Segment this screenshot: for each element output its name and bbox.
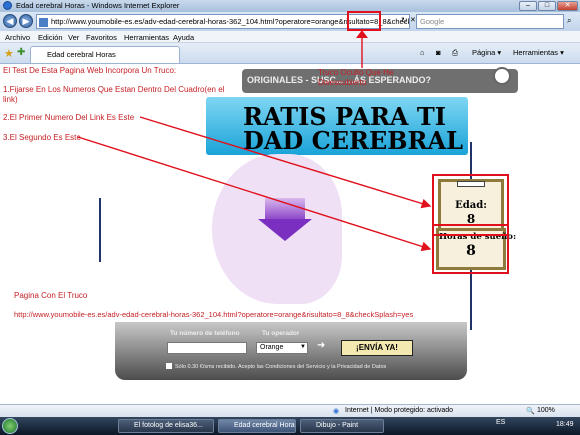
page-menu-button[interactable]: Página ▾ bbox=[472, 48, 501, 57]
close-window-button[interactable]: ✕ bbox=[557, 1, 578, 11]
arrow-to-sleep-box bbox=[77, 136, 432, 252]
task-paint[interactable]: Dibujo - Paint bbox=[300, 419, 384, 433]
search-icon[interactable]: ⌕ bbox=[567, 16, 571, 26]
tab-row: ★ ✚ Edad cerebral Horas ⌂ ◙ ⎙ Página ▾ H… bbox=[0, 43, 580, 64]
menu-edicion[interactable]: Edición bbox=[38, 33, 63, 42]
security-zone-text: Internet | Modo protegido: activado bbox=[345, 407, 454, 414]
zoom-icon: 🔍 bbox=[526, 408, 535, 415]
internet-zone-icon: ◉ bbox=[333, 408, 340, 415]
home-icon[interactable]: ⌂ bbox=[420, 48, 425, 57]
menu-herramientas[interactable]: Herramientas bbox=[124, 33, 169, 42]
minimize-button[interactable]: – bbox=[519, 1, 537, 11]
language-indicator[interactable]: ES bbox=[496, 419, 505, 426]
add-favorite-icon[interactable]: ✚ bbox=[17, 47, 25, 58]
window-title-bar: Edad cerebral Horas - Windows Internet E… bbox=[0, 0, 580, 12]
maximize-button[interactable]: □ bbox=[538, 1, 556, 11]
web-page-content: ORIGINALES - SUSC... ...ÁS ESPERANDO? RA… bbox=[0, 64, 580, 404]
tab-label: Edad cerebral Horas bbox=[47, 50, 116, 59]
feeds-icon[interactable]: ◙ bbox=[436, 48, 441, 57]
tools-menu-button[interactable]: Herramientas ▾ bbox=[513, 48, 564, 57]
ie-logo-icon bbox=[3, 1, 12, 10]
arrow-to-age-box bbox=[139, 116, 432, 209]
task-edad-cerebral[interactable]: Edad cerebral Horas... bbox=[218, 419, 296, 433]
search-input[interactable]: Google bbox=[416, 14, 564, 29]
arrow-to-url-numbers bbox=[356, 30, 368, 68]
page-favicon-icon bbox=[39, 18, 48, 27]
clock[interactable]: 18:49 bbox=[556, 421, 574, 428]
back-button[interactable]: ◀ bbox=[3, 14, 17, 28]
menu-archivo[interactable]: Archivo bbox=[5, 33, 30, 42]
print-icon[interactable]: ⎙ bbox=[452, 48, 458, 58]
stop-button[interactable]: ✕ bbox=[410, 16, 416, 24]
menu-ver[interactable]: Ver bbox=[68, 33, 79, 42]
favorites-star-icon[interactable]: ★ bbox=[4, 47, 14, 60]
taskbar: El fotolog de elisa36... Edad cerebral H… bbox=[0, 417, 580, 435]
window-title: Edad cerebral Horas - Windows Internet E… bbox=[16, 1, 180, 10]
tab-edad-cerebral[interactable]: Edad cerebral Horas bbox=[30, 46, 180, 63]
highlight-url-numbers bbox=[347, 11, 381, 31]
menu-favoritos[interactable]: Favoritos bbox=[86, 33, 117, 42]
annotation-arrows bbox=[77, 116, 432, 252]
zoom-level[interactable]: 100% bbox=[537, 407, 555, 414]
address-toolbar: ◀ ▶ http://www.youmobile-es.es/adv-edad-… bbox=[0, 12, 580, 31]
status-bar: ◉ Internet | Modo protegido: activado 🔍 … bbox=[0, 404, 580, 417]
start-button[interactable] bbox=[2, 418, 18, 434]
search-placeholder: Google bbox=[420, 17, 445, 26]
refresh-button[interactable]: ↻ bbox=[401, 16, 408, 25]
task-fotolog[interactable]: El fotolog de elisa36... bbox=[118, 419, 214, 433]
menu-ayuda[interactable]: Ayuda bbox=[173, 33, 194, 42]
forward-button[interactable]: ▶ bbox=[19, 14, 33, 28]
menu-bar: Archivo Edición Ver Favoritos Herramient… bbox=[0, 31, 580, 43]
